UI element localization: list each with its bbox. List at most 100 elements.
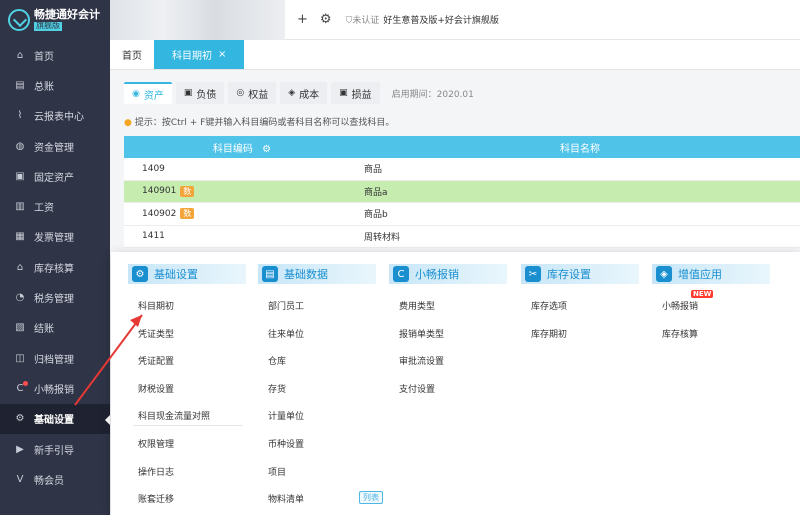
add-icon[interactable]: + xyxy=(297,12,308,27)
list-tag[interactable]: 列表 xyxy=(359,491,383,504)
menu-item[interactable]: 项目 xyxy=(268,465,286,478)
close-account-icon: ▧ xyxy=(15,322,25,334)
sidebar-item-11[interactable]: C 小畅报销 xyxy=(0,373,110,403)
account-code: 1411 xyxy=(142,231,165,242)
category-tab-4[interactable]: ▣ 损益 xyxy=(331,82,380,104)
sidebar-item-3[interactable]: ◍ 资金管理 xyxy=(0,131,110,161)
edition-promo[interactable]: 好生意普及版+好会计旗舰版 xyxy=(383,13,499,26)
menu-item[interactable]: 费用类型 xyxy=(399,299,435,312)
sidebar-item-label: 总账 xyxy=(34,81,54,93)
sidebar-item-label: 首页 xyxy=(34,51,54,63)
sidebar-item-12[interactable]: ⚙ 基础设置 xyxy=(0,403,111,434)
category-tab-0[interactable]: ◉ 资产 xyxy=(124,82,172,104)
new-badge: NEW xyxy=(691,290,714,298)
sidebar-item-8[interactable]: ◔ 税务管理 xyxy=(0,282,110,312)
menu-item[interactable]: 小畅报销 xyxy=(662,299,698,312)
close-icon[interactable]: × xyxy=(218,49,226,60)
category-label: 负债 xyxy=(196,89,217,101)
menu-item[interactable]: 库存选项 xyxy=(531,299,567,312)
category-tab-2[interactable]: ◎ 权益 xyxy=(228,82,277,104)
menu-item[interactable]: 账套迁移 xyxy=(138,492,174,505)
category-tab-1[interactable]: ▣ 负债 xyxy=(175,82,225,104)
menu-item[interactable]: 操作日志 xyxy=(138,465,174,478)
tab-account-opening[interactable]: 科目期初 × xyxy=(154,40,245,69)
table-header: 科目编码 ⚙ 科目名称 xyxy=(124,136,800,158)
sidebar-item-1[interactable]: ▤ 总账 xyxy=(0,70,110,100)
sidebar-item-label: 云报表中心 xyxy=(34,112,84,124)
category-tab-3[interactable]: ◈ 成本 xyxy=(280,82,328,104)
cert-status[interactable]: ⛉未认证 xyxy=(346,13,380,26)
table-row[interactable]: 1409 商品 xyxy=(124,158,800,181)
page-tabs: 首页 科目期初 × xyxy=(110,40,800,70)
account-code-cell: 140901 数 xyxy=(124,185,360,197)
tab-home[interactable]: 首页 xyxy=(110,40,154,69)
sidebar-item-label: 畅会员 xyxy=(34,475,64,487)
chart-icon: ⌇ xyxy=(17,110,23,122)
sidebar-item-2[interactable]: ⌇ 云报表中心 xyxy=(0,101,110,131)
menu-section-0: ⚙ 基础设置 xyxy=(128,264,246,284)
sidebar-item-5[interactable]: ▥ 工资 xyxy=(0,191,110,221)
sidebar-item-14[interactable]: V 畅会员 xyxy=(0,464,110,494)
menu-item[interactable]: 支付设置 xyxy=(399,382,435,395)
table-row[interactable]: 140901 数商品a xyxy=(124,180,800,203)
menu-item[interactable]: 财税设置 xyxy=(138,382,174,395)
menu-section-4: ◈ 增值应用 xyxy=(652,264,770,284)
sidebar-item-9[interactable]: ▧ 结账 xyxy=(0,313,110,343)
menu-item[interactable]: 科目期初 xyxy=(138,299,174,312)
menu-item[interactable]: 库存核算 xyxy=(662,327,698,340)
invoice-icon: ▦ xyxy=(15,231,25,243)
sidebar-item-13[interactable]: ▶ 新手引导 xyxy=(0,434,110,464)
gear-icon: ⚙ xyxy=(15,413,25,425)
menu-item[interactable]: 部门员工 xyxy=(268,299,304,312)
section-icon: ⚙ xyxy=(132,266,148,282)
menu-item[interactable]: 计量单位 xyxy=(268,409,304,422)
menu-item[interactable]: 科目现金流量对照 xyxy=(138,409,210,422)
sidebar-item-7[interactable]: ⌂ 库存核算 xyxy=(0,252,110,282)
category-tabs: ◉ 资产 ▣ 负债 ◎ 权益 ◈ 成本 ▣ 损益 启用期间：2020.01 xyxy=(124,82,474,104)
account-name-cell: 周转材料 xyxy=(364,232,401,243)
sidebar-item-label: 工资 xyxy=(34,203,54,215)
notification-dot xyxy=(23,381,28,387)
member-icon: V xyxy=(16,473,24,485)
menu-item[interactable]: 币种设置 xyxy=(268,437,304,450)
menu-divider xyxy=(133,425,243,427)
logo-title: 畅捷通好会计 xyxy=(34,8,100,22)
col-code-header: 科目编码 ⚙ xyxy=(212,143,272,155)
menu-item[interactable]: 凭证配置 xyxy=(138,354,174,367)
menu-item[interactable]: 仓库 xyxy=(268,354,286,367)
menu-item[interactable]: 审批流设置 xyxy=(399,354,444,367)
asset-icon: ▣ xyxy=(15,170,25,182)
table-row[interactable]: 1411 周转材料 xyxy=(124,225,800,248)
account-code: 140902 xyxy=(142,208,177,219)
section-title: 库存设置 xyxy=(547,268,591,281)
quantity-badge: 数 xyxy=(180,185,195,197)
app-logo[interactable]: 畅捷通好会计 旗舰版 xyxy=(0,0,110,40)
sidebar-item-10[interactable]: ◫ 归档管理 xyxy=(0,343,110,373)
sidebar-item-label: 归档管理 xyxy=(34,354,74,366)
menu-item[interactable]: 物料清单 xyxy=(268,492,304,505)
menu-item[interactable]: 存货 xyxy=(268,382,286,395)
menu-item[interactable]: 凭证类型 xyxy=(138,327,174,340)
inventory-icon: ⌂ xyxy=(16,261,24,273)
category-icon: ▣ xyxy=(339,88,348,98)
menu-item[interactable]: 权限管理 xyxy=(138,437,174,450)
salary-icon: ▥ xyxy=(15,201,25,213)
menu-section-1: ▤ 基础数据 xyxy=(258,264,376,284)
sidebar-item-0[interactable]: ⌂ 首页 xyxy=(0,40,110,70)
menu-item[interactable]: 报销单类型 xyxy=(399,327,444,340)
settings-icon[interactable]: ⚙ xyxy=(320,12,332,27)
menu-item[interactable]: 往来单位 xyxy=(268,327,304,340)
menu-item[interactable]: 库存期初 xyxy=(531,327,567,340)
logo-edition: 旗舰版 xyxy=(34,21,62,31)
sidebar-item-6[interactable]: ▦ 发票管理 xyxy=(0,222,110,252)
sidebar-item-4[interactable]: ▣ 固定资产 xyxy=(0,161,110,191)
category-label: 资产 xyxy=(143,90,164,102)
logo-icon xyxy=(8,9,30,31)
company-name-blurred[interactable] xyxy=(110,0,285,40)
column-settings-icon[interactable]: ⚙ xyxy=(262,144,271,155)
sidebar-item-label: 固定资产 xyxy=(34,172,74,184)
account-code: 140901 xyxy=(142,186,177,197)
sidebar-item-label: 基础设置 xyxy=(34,415,74,427)
quantity-badge: 数 xyxy=(180,208,195,220)
table-row[interactable]: 140902 数商品b xyxy=(124,203,800,226)
